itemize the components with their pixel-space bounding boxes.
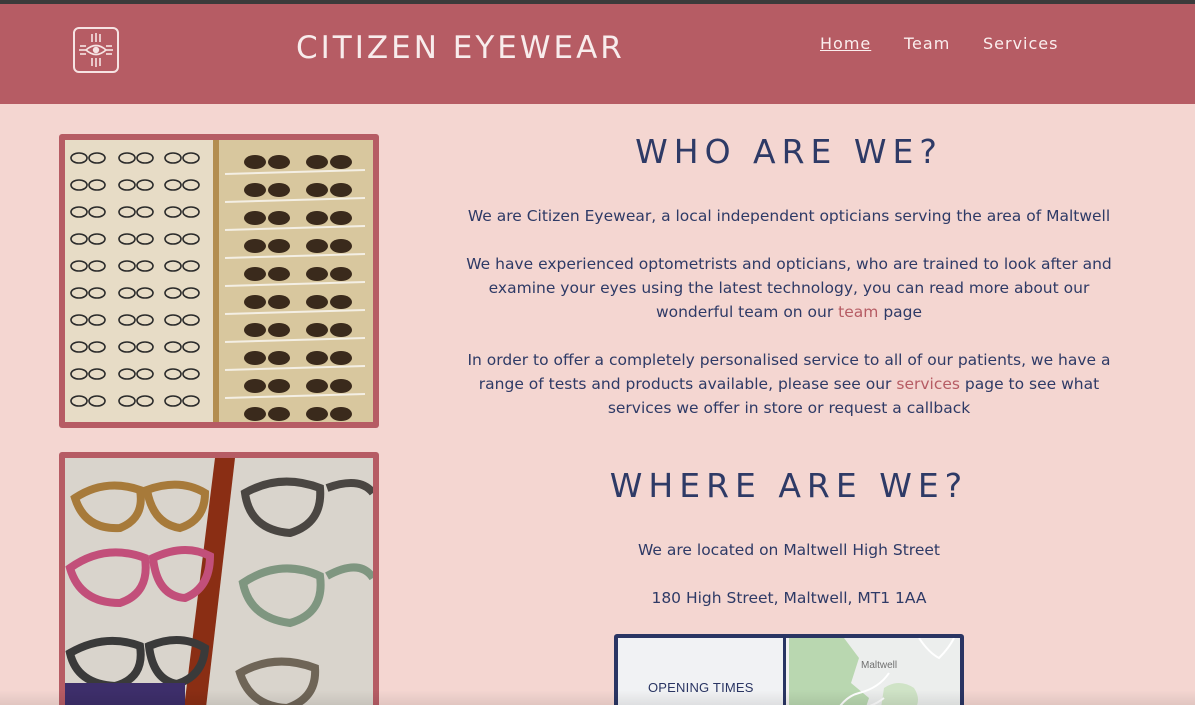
where-are-we-heading: WHERE ARE WE?: [609, 466, 969, 505]
frames-closeup-photo: [65, 458, 373, 705]
where-heading-wrap: WHERE ARE WE?: [440, 466, 1138, 505]
map-town-label: Maltwell: [861, 660, 898, 671]
who-are-we-heading: WHO ARE WE?: [635, 132, 943, 171]
site-header: CITIZEN EYEWEAR Home Team Services: [0, 4, 1195, 104]
nav-home-link[interactable]: Home: [820, 34, 871, 53]
about-text-2: We have experienced optometrists and opt…: [466, 255, 1112, 321]
nav-services-link[interactable]: Services: [983, 34, 1058, 53]
who-heading-wrap: WHO ARE WE?: [440, 132, 1138, 171]
about-text-1: We are Citizen Eyewear, a local independ…: [467, 207, 1111, 225]
brand-title[interactable]: CITIZEN EYEWEAR: [296, 30, 625, 66]
glasses-wall-photo: [65, 140, 373, 422]
location-line: We are located on Maltwell High Street: [440, 538, 1138, 562]
about-paragraph-3: In order to offer a completely personali…: [455, 348, 1123, 420]
nav-team-link[interactable]: Team: [904, 34, 950, 53]
address-text: 180 High Street, Maltwell, MT1 1AA: [651, 589, 927, 607]
photo-frame-frames-closeup: [59, 452, 379, 705]
photo-frame-glasses-wall: [59, 134, 379, 428]
about-paragraph-1: We are Citizen Eyewear, a local independ…: [440, 204, 1138, 228]
team-link[interactable]: team: [838, 303, 878, 321]
about-paragraph-2: We have experienced optometrists and opt…: [450, 252, 1128, 324]
location-text: We are located on Maltwell High Street: [638, 541, 940, 559]
services-link[interactable]: services: [896, 375, 960, 393]
address-line: 180 High Street, Maltwell, MT1 1AA: [440, 586, 1138, 610]
bottom-shadow: [0, 690, 1195, 705]
about-text-2-end: page: [883, 303, 923, 321]
eye-logo-icon[interactable]: [73, 27, 119, 73]
